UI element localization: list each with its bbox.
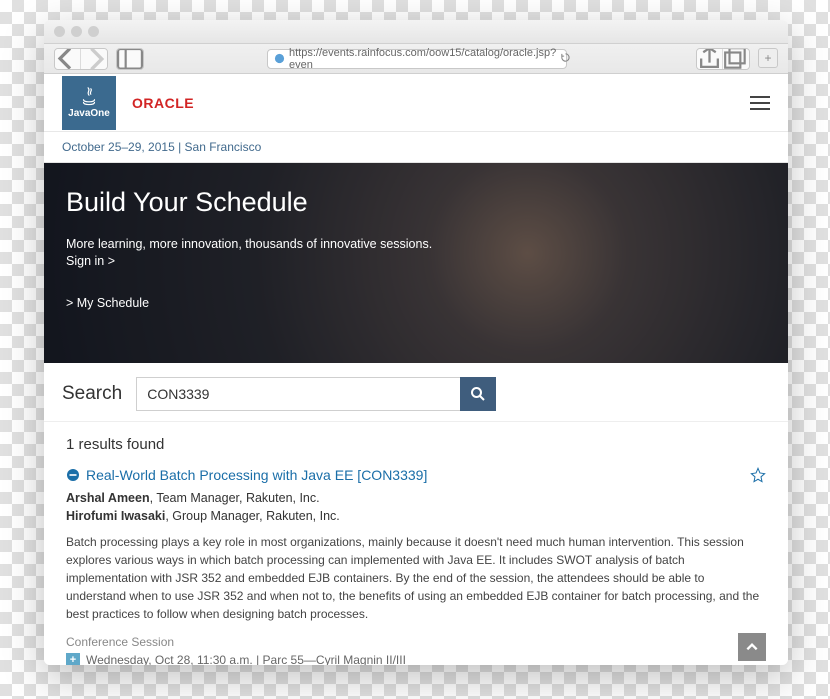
new-tab-button[interactable]: + bbox=[758, 48, 778, 68]
nav-back-forward bbox=[54, 48, 108, 70]
search-input[interactable] bbox=[136, 377, 460, 411]
schedule-text: Wednesday, Oct 28, 11:30 a.m. | Parc 55—… bbox=[86, 653, 406, 665]
back-button[interactable] bbox=[55, 49, 81, 69]
javaone-logo[interactable]: JavaOne bbox=[62, 76, 116, 130]
schedule-row: + Wednesday, Oct 28, 11:30 a.m. | Parc 5… bbox=[66, 653, 766, 665]
forward-button[interactable] bbox=[81, 49, 107, 69]
page-content: JavaOne ORACLE October 25–29, 2015 | San… bbox=[44, 74, 788, 665]
speaker-line-2: Hirofumi Iwasaki, Group Manager, Rakuten… bbox=[66, 509, 766, 523]
window-zoom-icon[interactable] bbox=[88, 26, 99, 37]
browser-toolbar: https://events.rainfocus.com/oow15/catal… bbox=[44, 44, 788, 74]
hero-subtitle: More learning, more innovation, thousand… bbox=[66, 234, 766, 254]
results-area: 1 results found Real-World Batch Process… bbox=[44, 422, 788, 665]
menu-button[interactable] bbox=[750, 96, 770, 110]
sidebar-button[interactable] bbox=[117, 49, 143, 69]
javaone-label: JavaOne bbox=[68, 108, 110, 119]
site-header: JavaOne ORACLE bbox=[44, 74, 788, 132]
search-button[interactable] bbox=[460, 377, 496, 411]
result-title-link[interactable]: Real-World Batch Processing with Java EE… bbox=[86, 467, 427, 483]
favorite-star-icon[interactable] bbox=[750, 467, 766, 488]
back-to-top-button[interactable] bbox=[738, 633, 766, 661]
collapse-icon[interactable] bbox=[66, 468, 80, 482]
window-minimize-icon[interactable] bbox=[71, 26, 82, 37]
browser-window: https://events.rainfocus.com/oow15/catal… bbox=[44, 20, 788, 665]
share-button[interactable] bbox=[697, 49, 723, 69]
title-bar bbox=[44, 20, 788, 44]
view-group bbox=[116, 48, 144, 70]
search-row: Search bbox=[44, 363, 788, 422]
session-type: Conference Session bbox=[66, 635, 766, 649]
window-close-icon[interactable] bbox=[54, 26, 65, 37]
address-bar[interactable]: https://events.rainfocus.com/oow15/catal… bbox=[267, 49, 567, 69]
results-count: 1 results found bbox=[66, 436, 766, 453]
result-item: Real-World Batch Processing with Java EE… bbox=[66, 467, 766, 665]
event-date-location: October 25–29, 2015 | San Francisco bbox=[44, 132, 788, 163]
sign-in-link[interactable]: Sign in > bbox=[66, 254, 766, 268]
site-icon bbox=[274, 53, 285, 64]
speaker-line-1: Arshal Ameen, Team Manager, Rakuten, Inc… bbox=[66, 491, 766, 505]
my-schedule-link[interactable]: > My Schedule bbox=[66, 296, 149, 310]
reload-icon[interactable] bbox=[560, 52, 571, 66]
search-label: Search bbox=[62, 383, 122, 405]
session-abstract: Batch processing plays a key role in mos… bbox=[66, 533, 766, 623]
search-box bbox=[136, 377, 496, 411]
tabs-button[interactable] bbox=[723, 49, 749, 69]
address-url: https://events.rainfocus.com/oow15/catal… bbox=[289, 47, 556, 71]
oracle-logo[interactable]: ORACLE bbox=[132, 95, 194, 111]
hero-title: Build Your Schedule bbox=[66, 187, 766, 218]
hero-banner: Build Your Schedule More learning, more … bbox=[44, 163, 788, 363]
add-to-schedule-icon[interactable]: + bbox=[66, 653, 80, 665]
